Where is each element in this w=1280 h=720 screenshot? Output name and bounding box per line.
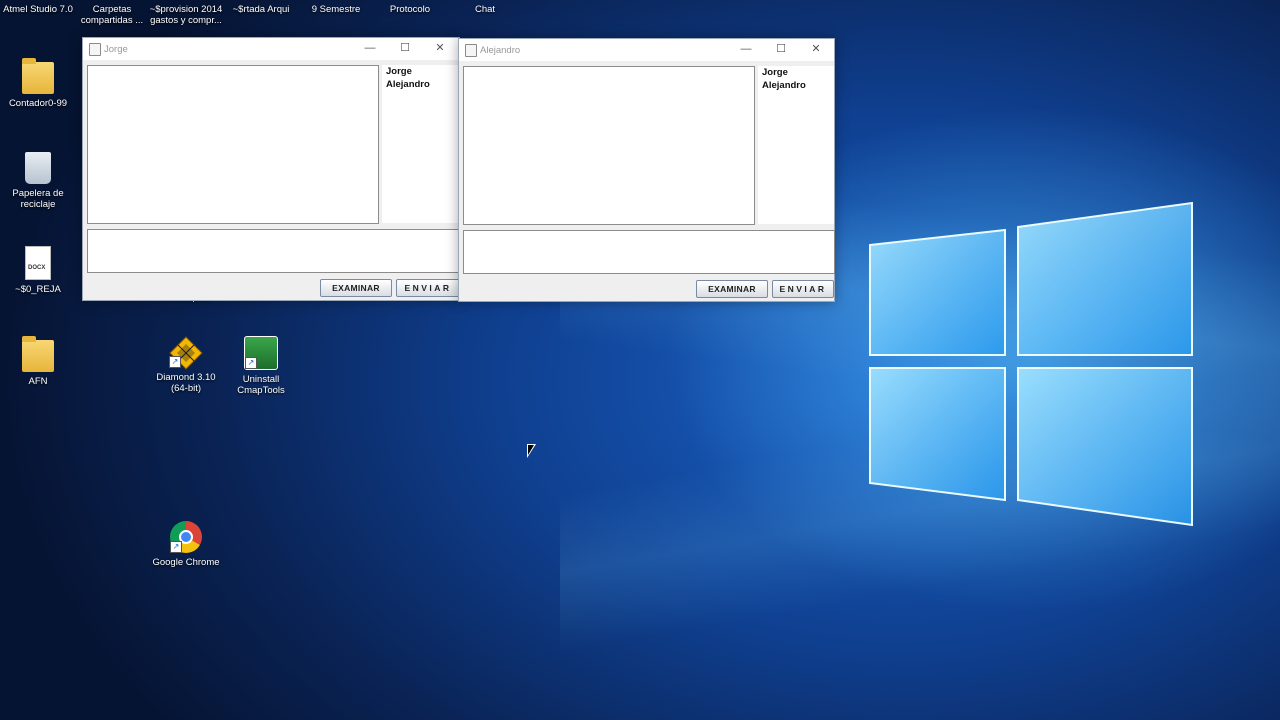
message-input[interactable] bbox=[87, 229, 461, 273]
desktop-icon-cmaptools[interactable]: ↗ Uninstall CmapTools bbox=[223, 336, 299, 396]
shortcut-arrow-icon: ↗ bbox=[170, 541, 182, 553]
message-input[interactable] bbox=[463, 230, 835, 274]
mouse-cursor-icon bbox=[527, 444, 536, 458]
desktop-icon-contador[interactable]: Contador0-99 bbox=[0, 58, 76, 109]
diamond-icon: ↗ bbox=[169, 336, 203, 370]
java-app-icon bbox=[465, 44, 477, 57]
user-list-item[interactable]: Alejandro bbox=[758, 79, 834, 92]
desktop-icon-label: Papelera de reciclaje bbox=[12, 188, 64, 210]
close-button[interactable]: ✕ bbox=[423, 38, 457, 60]
minimize-button[interactable]: — bbox=[353, 38, 387, 60]
desktop-icon-reja-docx[interactable]: DOCX ~$0_REJA bbox=[0, 246, 76, 295]
desktop-icon-label: ~$provision 2014 gastos y compr... bbox=[149, 4, 223, 26]
shortcut-arrow-icon: ↗ bbox=[245, 357, 257, 369]
desktop-icon-chrome[interactable]: ↗ Google Chrome bbox=[148, 521, 224, 568]
logo-pane-top-left bbox=[869, 228, 1006, 356]
desktop-icon-carpetas-compartidas[interactable]: Carpetas compartidas ... bbox=[74, 4, 150, 26]
shortcut-arrow-icon: ↗ bbox=[169, 356, 181, 368]
enviar-button[interactable]: ENVIAR bbox=[772, 280, 834, 298]
examinar-button[interactable]: EXAMINAR bbox=[696, 280, 768, 298]
logo-pane-top-right bbox=[1017, 201, 1193, 356]
desktop-icon-label: Google Chrome bbox=[152, 557, 220, 568]
cmaptools-icon: ↗ bbox=[244, 336, 278, 370]
chat-window-alejandro: Alejandro — ☐ ✕ Jorge Alejandro EXAMINAR… bbox=[458, 38, 835, 302]
enviar-button[interactable]: ENVIAR bbox=[396, 279, 460, 297]
desktop-icon-label: Chat bbox=[474, 4, 496, 15]
desktop-icon-atmel-studio[interactable]: Atmel Studio 7.0 bbox=[0, 4, 76, 15]
user-list: Jorge Alejandro bbox=[382, 65, 459, 223]
docx-badge: DOCX bbox=[28, 265, 46, 271]
window-titlebar[interactable]: Alejandro — ☐ ✕ bbox=[459, 39, 834, 61]
window-titlebar[interactable]: Jorge — ☐ ✕ bbox=[83, 38, 459, 60]
desktop-icon-protocolo[interactable]: Protocolo bbox=[372, 4, 448, 15]
desktop-icon-9-semestre[interactable]: 9 Semestre bbox=[298, 4, 374, 15]
maximize-button[interactable]: ☐ bbox=[764, 39, 798, 61]
user-list: Jorge Alejandro bbox=[758, 66, 834, 224]
chat-window-jorge: Jorge — ☐ ✕ Jorge Alejandro EXAMINAR ENV… bbox=[82, 37, 461, 301]
desktop-icon-recycle-bin[interactable]: Papelera de reciclaje bbox=[0, 152, 76, 210]
desktop-icon-label: Carpetas compartidas ... bbox=[80, 4, 144, 26]
recycle-bin-icon bbox=[25, 152, 51, 184]
desktop-icon-label: ~$rtada Arqui bbox=[232, 4, 290, 15]
chrome-icon: ↗ bbox=[170, 521, 202, 553]
desktop-icon-label: Protocolo bbox=[389, 4, 431, 15]
desktop-icon-label: Contador0-99 bbox=[8, 98, 68, 109]
desktop-icon-label: Atmel Studio 7.0 bbox=[3, 4, 73, 15]
desktop-icon-label: ~$0_REJA bbox=[15, 284, 61, 295]
desktop-icon-provision-2014[interactable]: ~$provision 2014 gastos y compr... bbox=[148, 4, 224, 26]
desktop-icon-label: Uninstall CmapTools bbox=[237, 374, 285, 396]
desktop-icon-rtada-arqui[interactable]: ~$rtada Arqui bbox=[223, 4, 299, 15]
window-title: Alejandro bbox=[480, 45, 521, 56]
minimize-button[interactable]: — bbox=[729, 39, 763, 61]
window-title: Jorge bbox=[104, 44, 128, 55]
user-list-item[interactable]: Jorge bbox=[382, 65, 459, 78]
docx-icon: DOCX bbox=[25, 246, 51, 280]
windows-logo bbox=[869, 201, 1193, 527]
desktop-icon-label: 9 Semestre bbox=[311, 4, 361, 15]
user-list-item[interactable]: Jorge bbox=[758, 66, 834, 79]
maximize-button[interactable]: ☐ bbox=[388, 38, 422, 60]
chat-history-area[interactable] bbox=[463, 66, 755, 225]
logo-pane-bottom-left bbox=[869, 367, 1006, 502]
examinar-button[interactable]: EXAMINAR bbox=[320, 279, 392, 297]
desktop-icon-label: Diamond 3.10 (64-bit) bbox=[156, 372, 216, 394]
chat-history-area[interactable] bbox=[87, 65, 379, 224]
close-button[interactable]: ✕ bbox=[799, 39, 833, 61]
folder-icon bbox=[22, 58, 54, 94]
desktop-icon-chat[interactable]: Chat bbox=[447, 4, 523, 15]
logo-pane-bottom-right bbox=[1017, 367, 1193, 527]
desktop-icon-diamond[interactable]: ↗ Diamond 3.10 (64-bit) bbox=[148, 336, 224, 394]
java-app-icon bbox=[89, 43, 101, 56]
folder-icon bbox=[22, 336, 54, 372]
user-list-item[interactable]: Alejandro bbox=[382, 78, 459, 91]
desktop-icon-afn[interactable]: AFN bbox=[0, 336, 76, 387]
desktop-icon-label: AFN bbox=[28, 376, 48, 387]
